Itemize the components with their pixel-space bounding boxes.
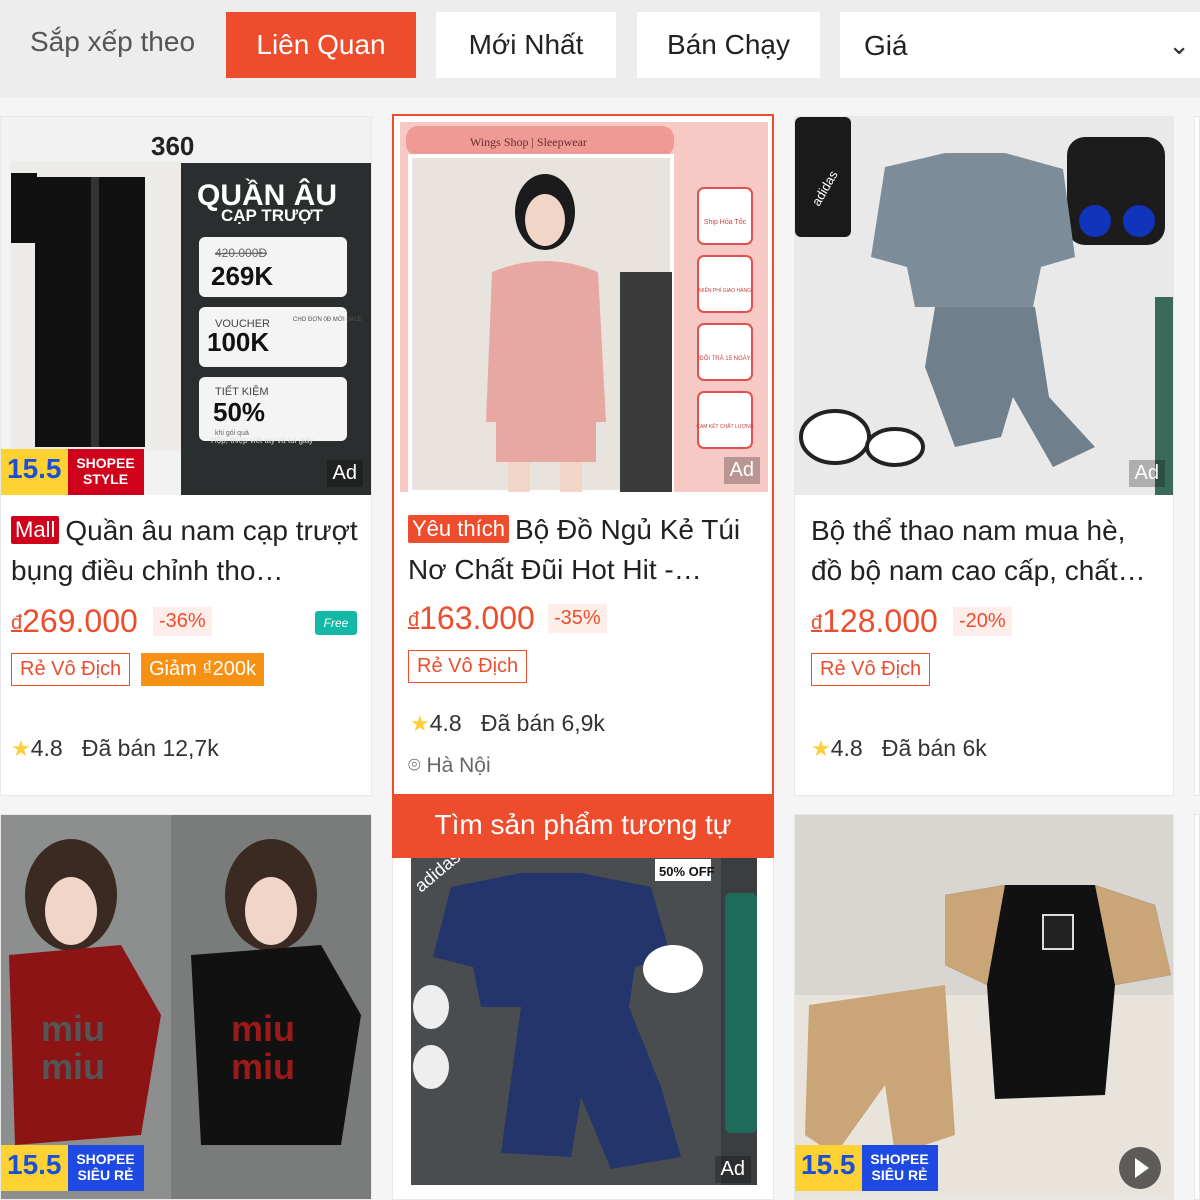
price-value: 163.000 <box>419 600 535 636</box>
promo-badge: 15.5 SHOPEE STYLE <box>1 449 144 495</box>
price-value: 269.000 <box>22 603 138 639</box>
promo-number: 15.5 <box>1 449 68 495</box>
product-image[interactable]: adidas Ad <box>795 117 1173 495</box>
ad-label: Ad <box>1128 460 1165 487</box>
star-icon: ★ <box>410 711 430 736</box>
product-photo-polo-set: adidas 50% OFF <box>411 857 757 1185</box>
favorite-tag: Yêu thích <box>408 515 509 543</box>
free-shipping-icon: Free <box>315 611 357 635</box>
product-image[interactable]: adidas 50% OFF Ad <box>411 857 757 1185</box>
rating-sold: ★4.8 Đã bán 6k <box>811 735 987 762</box>
rating-value: 4.8 <box>830 735 863 761</box>
print-line-1: miu <box>41 1008 105 1049</box>
product-card[interactable]: adidas Ad Bộ thể thao nam mua hè, đồ bộ … <box>794 116 1174 796</box>
mall-tag: Mall <box>11 516 60 544</box>
cheapest-badge: Rẻ Vô Địch <box>408 650 528 683</box>
subhead: CẠP TRƯỢT <box>221 206 324 225</box>
price-value: 128.000 <box>822 603 938 639</box>
product-card-hovered[interactable]: Wings Shop | Sleepwear Ship Hỏa Tốc MIỄN… <box>392 114 774 858</box>
location-text: Hà Nội <box>426 754 491 777</box>
find-similar-button[interactable]: Tìm sản phẩm tương tự <box>392 796 774 858</box>
promo-badge: 15.5 SHOPEE SIÊU RẺ <box>795 1145 938 1191</box>
currency-symbol: đ <box>11 612 23 634</box>
ad-label: Ad <box>714 1156 751 1183</box>
product-image[interactable]: miu miu miu miu 15.5 SHOPEE SIÊU RẺ <box>1 815 371 1199</box>
saving-value: 50% <box>213 397 265 427</box>
discount-badge: -36% <box>153 607 212 636</box>
perk-3: ĐỔI TRẢ 15 NGÀY <box>699 355 750 362</box>
old-price: 420.000Đ <box>215 246 267 260</box>
print-line-3: miu <box>231 1008 295 1049</box>
new-price: 269K <box>211 261 273 291</box>
product-card[interactable]: 15.5 SHOPEE SIÊU RẺ <box>794 814 1174 1200</box>
currency-symbol: đ <box>811 612 823 634</box>
product-image[interactable]: 360 QUẦN ÂU CẠP TRƯỢT 420.000Đ 269K VOUC… <box>1 117 371 495</box>
product-title[interactable]: Yêu thích Bộ Đồ Ngủ Kẻ Túi Nơ Chất Đũi Ho… <box>408 510 762 590</box>
product-card[interactable]: 360 QUẦN ÂU CẠP TRƯỢT 420.000Đ 269K VOUC… <box>0 116 372 796</box>
product-title[interactable]: Bộ thể thao nam mua hè, đồ bộ nam cao cấ… <box>811 511 1163 591</box>
gift-note: Hộp, thiệp viết tay và túi giấy <box>211 436 313 445</box>
promo-label: SHOPEE SIÊU RẺ <box>861 1145 938 1191</box>
cheapest-badge: Rẻ Vô Địch <box>811 653 931 686</box>
voucher-note: CHO ĐƠN 0Đ MỚI SALE <box>293 316 362 323</box>
sold-count: Đã bán 6,9k <box>480 710 605 736</box>
promo-number: 15.5 <box>795 1145 862 1191</box>
product-price: đ163.000 <box>408 600 535 637</box>
product-photo-pants: 360 QUẦN ÂU CẠP TRƯỢT 420.000Đ 269K VOUC… <box>1 117 371 495</box>
product-price: đ128.000 <box>811 603 938 640</box>
rating-sold: ★4.8 Đã bán 6,9k <box>410 710 605 737</box>
product-photo-check-set <box>795 815 1173 1199</box>
shop-name: Wings Shop | Sleepwear <box>470 135 587 149</box>
price-sort-label: Giá <box>864 30 908 61</box>
promo-label: SHOPEE SIÊU RẺ <box>67 1145 144 1191</box>
rating-value: 4.8 <box>30 735 63 761</box>
sort-newest-button[interactable]: Mới Nhất <box>436 12 616 78</box>
chevron-down-icon: ⌄ <box>1168 30 1190 60</box>
print-line-4: miu <box>231 1046 295 1087</box>
discount-badge: -35% <box>548 604 607 633</box>
sold-count: Đã bán 6k <box>881 735 987 761</box>
cheapest-badge: Rẻ Vô Địch <box>11 653 131 686</box>
product-card-partial[interactable] <box>1194 116 1200 796</box>
video-play-icon[interactable] <box>1119 1147 1161 1189</box>
sort-bar: Sắp xếp theo Liên Quan Mới Nhất Bán Chạy… <box>0 0 1200 98</box>
brand-logo: 360 <box>151 131 194 161</box>
ad-label: Ad <box>326 460 363 487</box>
product-image[interactable]: 15.5 SHOPEE SIÊU RẺ <box>795 815 1173 1199</box>
product-image[interactable]: Wings Shop | Sleepwear Ship Hỏa Tốc MIỄN… <box>400 122 768 492</box>
sort-bestselling-button[interactable]: Bán Chạy <box>637 12 820 78</box>
perk-2: MIỄN PHÍ GIAO HÀNG <box>699 287 751 294</box>
print-line-2: miu <box>41 1046 105 1087</box>
promo-number: 15.5 <box>1 1145 68 1191</box>
rating-value: 4.8 <box>429 710 462 736</box>
perk-4: CAM KẾT CHẤT LƯỢNG <box>696 423 753 430</box>
currency-symbol: đ <box>408 609 420 631</box>
sold-count: Đã bán 12,7k <box>81 735 219 761</box>
product-card-partial[interactable] <box>1194 814 1200 1200</box>
sale-tag: 50% OFF <box>659 864 715 879</box>
voucher-value: 100K <box>207 327 269 357</box>
sort-relevance-button[interactable]: Liên Quan <box>226 12 416 78</box>
discount-badge: -20% <box>953 607 1012 636</box>
rating-sold: ★4.8 Đã bán 12,7k <box>11 735 219 762</box>
star-icon: ★ <box>11 736 31 761</box>
product-card[interactable]: adidas 50% OFF Ad <box>392 856 774 1200</box>
shop-location: ⌾ Hà Nội <box>408 754 491 778</box>
promo-badge: 15.5 SHOPEE SIÊU RẺ <box>1 1145 144 1191</box>
sort-label: Sắp xếp theo <box>30 26 196 57</box>
perk-1: Ship Hỏa Tốc <box>704 217 747 226</box>
discount-voucher-badge: Giảm ₫200k <box>141 653 264 686</box>
ad-label: Ad <box>723 457 760 484</box>
product-title-text: Quần âu nam cạp trượt bụng điều chỉnh th… <box>11 515 358 586</box>
promo-label: SHOPEE STYLE <box>67 449 144 495</box>
product-photo-pajamas: Wings Shop | Sleepwear Ship Hỏa Tốc MIỄN… <box>400 122 768 492</box>
product-photo-sportswear: adidas <box>795 117 1173 495</box>
star-icon: ★ <box>811 736 831 761</box>
product-title[interactable]: Mall Quần âu nam cạp trượt bụng điều chỉn… <box>11 511 361 591</box>
product-photo-tshirts: miu miu miu miu <box>1 815 371 1199</box>
product-card[interactable]: miu miu miu miu 15.5 SHOPEE SIÊU RẺ <box>0 814 372 1200</box>
product-price: đ269.000 <box>11 603 138 640</box>
price-sort-select[interactable]: Giá ⌄ <box>840 12 1200 78</box>
location-pin-icon: ⌾ <box>408 754 421 777</box>
